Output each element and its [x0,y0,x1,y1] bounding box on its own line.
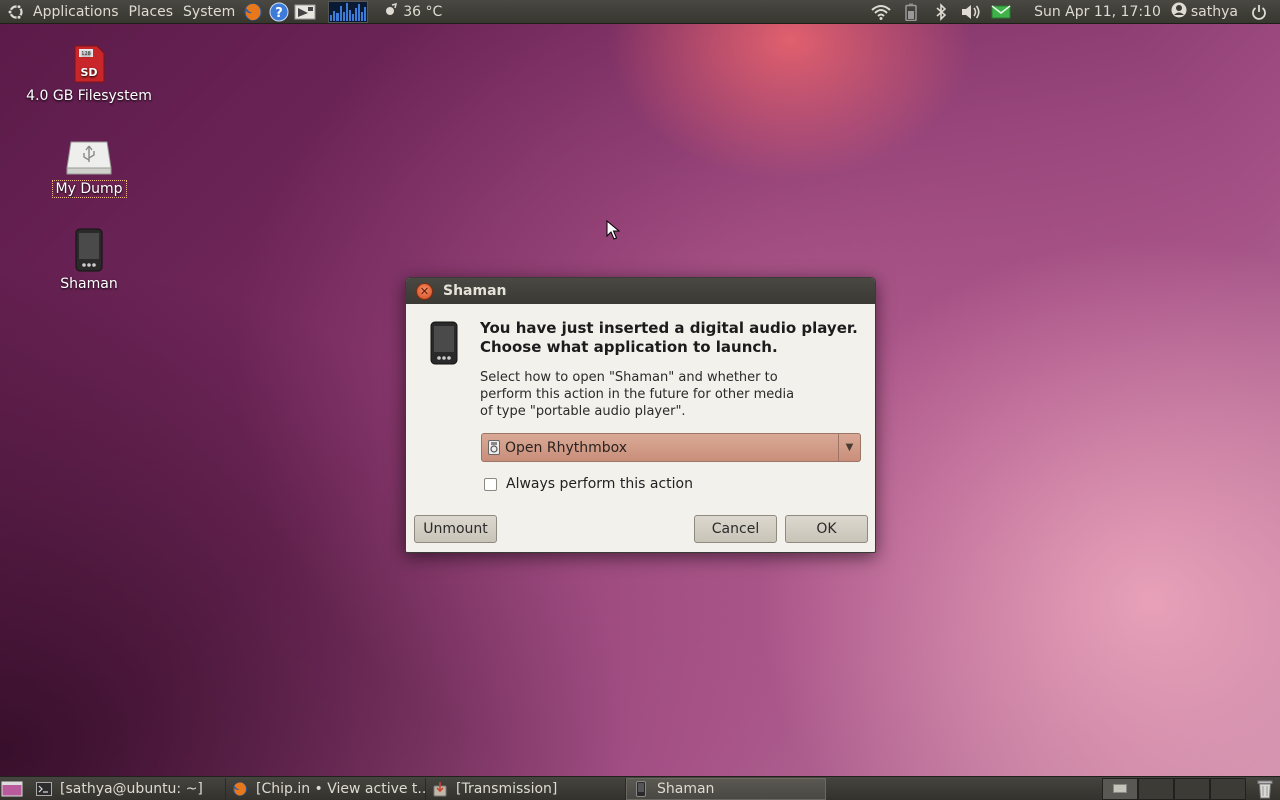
desktop-icon-shaman[interactable]: Shaman [24,226,154,292]
firefox-icon [232,781,248,797]
always-perform-checkbox[interactable] [484,477,497,491]
always-perform-label: Always perform this action [506,476,693,492]
chevron-down-icon[interactable]: ▼ [838,434,860,461]
task-label: Shaman [657,780,715,797]
menu-system[interactable]: System [178,0,240,24]
desktop-icon-label: My Dump [51,180,127,198]
menu-places[interactable]: Places [124,0,179,24]
application-select[interactable]: Open Rhythmbox ▼ [481,433,861,462]
workspace-switcher[interactable] [1102,777,1246,800]
wifi-icon[interactable] [870,1,892,23]
battery-icon[interactable] [900,1,922,23]
clock[interactable]: Sun Apr 11, 17:10 [1030,4,1165,20]
ok-button[interactable]: OK [785,515,868,543]
application-select-value: Open Rhythmbox [505,439,628,456]
panel-left: Applications Places System ? 36 °C [0,0,442,24]
user-menu[interactable]: sathya [1165,2,1244,22]
bottom-panel: [sathya@ubuntu: ~] [Chip.in • View activ… [0,776,1280,800]
show-desktop-icon[interactable] [0,778,24,800]
usb-drive-icon [65,130,113,176]
dialog-description: Select how to open "Shaman" and whether … [480,370,795,419]
always-perform-row[interactable]: Always perform this action [484,476,693,492]
phone-icon [430,321,458,369]
dialog-titlebar[interactable]: ✕ Shaman [406,278,875,304]
workspace-4[interactable] [1210,777,1246,800]
workspace-2[interactable] [1138,777,1174,800]
desktop-icon-my-dump[interactable]: My Dump [24,130,154,198]
weather-temperature: 36 °C [403,3,443,20]
task-firefox[interactable]: [Chip.in • View active t... [226,777,426,800]
svg-text:?: ? [275,6,283,21]
firefox-icon[interactable] [242,1,264,23]
cancel-button[interactable]: Cancel [694,515,777,543]
close-button[interactable]: ✕ [416,282,433,300]
top-panel: Applications Places System ? 36 °C Sun A… [0,0,1280,24]
user-icon [1171,2,1187,22]
task-terminal[interactable]: [sathya@ubuntu: ~] [30,777,226,800]
unmount-button[interactable]: Unmount [414,515,497,543]
dialog-headline: You have just inserted a digital audio p… [480,319,858,356]
svg-text:128: 128 [81,51,91,57]
mouse-cursor-icon [606,219,621,244]
workspace-3[interactable] [1174,777,1210,800]
volume-icon[interactable] [960,1,982,23]
phone-icon [75,226,103,272]
desktop-icon-label: Shaman [60,276,118,292]
power-icon[interactable] [1248,1,1270,23]
panel-right: Sun Apr 11, 17:10 sathya [866,0,1280,24]
dialog-title: Shaman [443,283,507,299]
screenshot-icon[interactable] [294,1,316,23]
terminal-icon [36,781,52,797]
menu-applications[interactable]: Applications [28,0,124,24]
bluetooth-icon[interactable] [930,1,952,23]
rhythmbox-icon [487,440,501,456]
sd-card-icon: 128 SD [71,38,107,84]
svg-text:SD: SD [80,66,97,79]
desktop-icon-label: 4.0 GB Filesystem [26,88,152,104]
workspace-1[interactable] [1102,777,1138,800]
task-label: [sathya@ubuntu: ~] [60,780,203,797]
dialog-body: You have just inserted a digital audio p… [406,304,875,552]
task-label: [Transmission] [456,780,558,797]
mail-icon[interactable] [990,1,1012,23]
trash-icon[interactable] [1254,778,1276,800]
ubuntu-logo-icon[interactable] [6,2,26,22]
system-monitor-icon[interactable] [328,0,369,23]
desktop-icon-filesystem[interactable]: 128 SD 4.0 GB Filesystem [24,38,154,104]
help-icon[interactable]: ? [268,1,290,23]
close-icon: ✕ [419,284,430,298]
autorun-dialog: ✕ Shaman You have just inserted a digita… [405,277,876,553]
task-transmission[interactable]: [Transmission] [426,777,626,800]
transmission-icon [432,781,448,797]
weather-applet[interactable]: 36 °C [384,2,443,21]
task-label: [Chip.in • View active t... [256,780,426,797]
phone-icon [633,780,649,797]
user-name: sathya [1190,3,1238,20]
workspace-window-thumbnail [1113,784,1127,793]
weather-icon [384,2,398,21]
task-shaman[interactable]: Shaman [626,777,826,800]
